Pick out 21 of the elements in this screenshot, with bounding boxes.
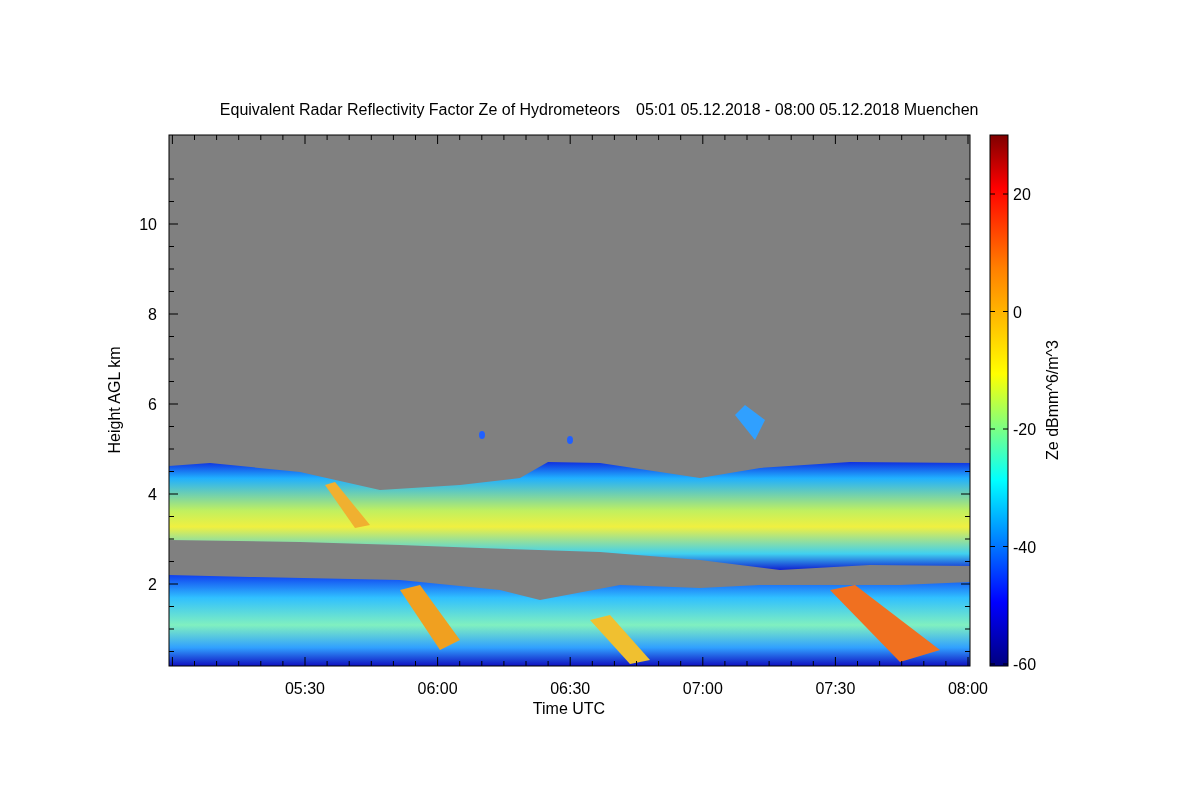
colorbar-label: Ze dBmm^6/m^3 xyxy=(1044,340,1061,460)
chart-title: Equivalent Radar Reflectivity Factor Ze of Hydrometeors xyxy=(219,101,620,118)
y-axis-label: Height AGL km xyxy=(106,346,123,454)
chart-subtitle: 05:01 05.12.2018 - 08:00 05.12.2018 Muenchen xyxy=(636,101,979,118)
x-tick-label: 06:00 xyxy=(417,680,458,697)
colorbar-tick-label: 0 xyxy=(1013,303,1022,321)
x-tick-label: 06:30 xyxy=(550,680,591,697)
y-tick-label: 4 xyxy=(148,486,157,503)
y-tick-label: 2 xyxy=(148,576,157,593)
colorbar-tick-label: -40 xyxy=(1013,538,1037,556)
y-tick-label: 6 xyxy=(148,396,157,413)
colorbar-tick-label: -60 xyxy=(1013,656,1037,673)
colorbar-tick-label: 20 xyxy=(1013,186,1031,203)
y-tick-label: 8 xyxy=(148,306,157,323)
x-tick-label: 08:00 xyxy=(948,680,988,697)
x-tick-label: 07:00 xyxy=(682,680,723,697)
x-tick-label: 05:30 xyxy=(285,680,325,697)
colorbar-tick-label: -20 xyxy=(1013,421,1037,438)
x-tick-label: 07:30 xyxy=(815,680,856,697)
x-axis-label: Time UTC xyxy=(532,700,606,717)
y-tick-label: 10 xyxy=(139,216,157,233)
